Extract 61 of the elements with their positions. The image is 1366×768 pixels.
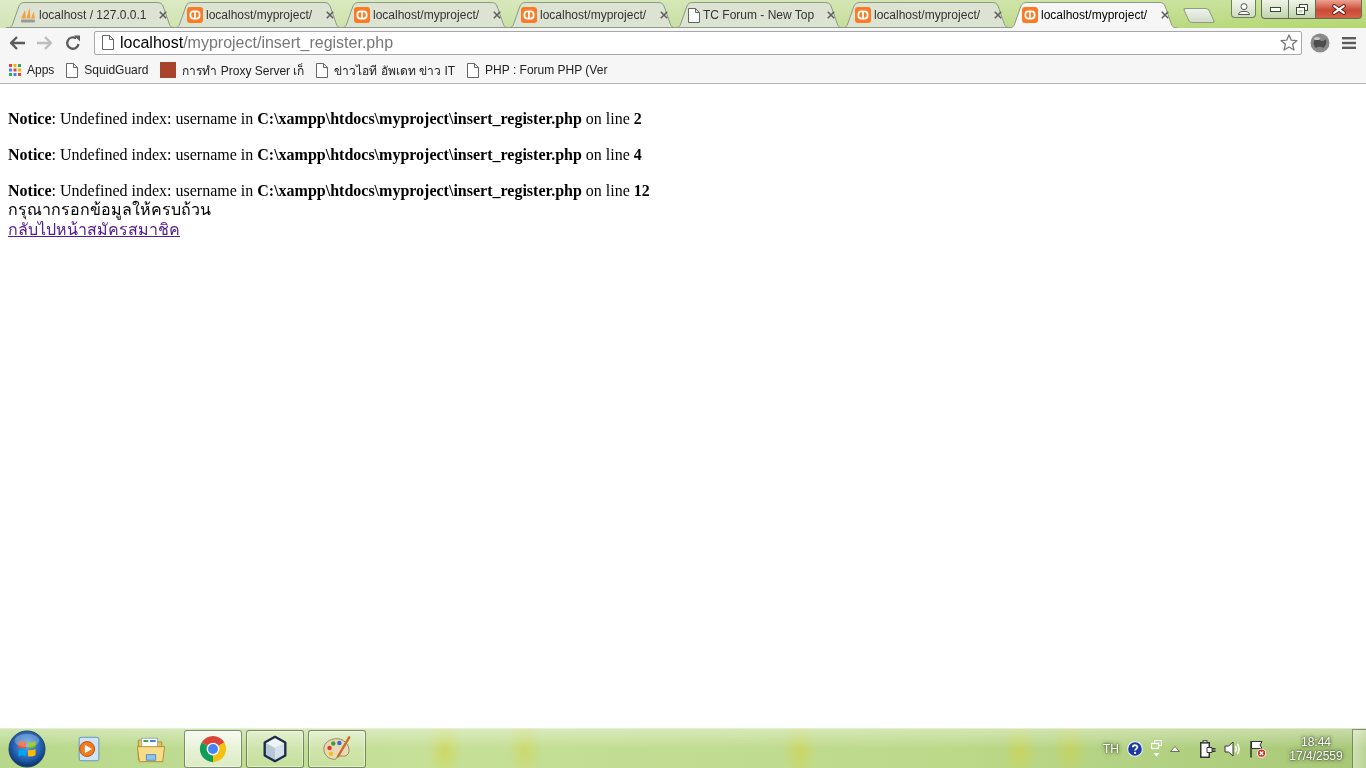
restore-button[interactable] — [1288, 0, 1315, 19]
close-icon[interactable] — [994, 11, 1002, 19]
notice-text: Notice: Undefined index: username in C:\xampp\htdocs\myproject\insert_register.php on line 4 — [8, 146, 643, 164]
browser-icon[interactable] — [198, 733, 228, 764]
person-icon[interactable] — [1237, 2, 1250, 15]
browser-tab[interactable]: localhost/myproject/ — [340, 2, 510, 28]
logo-tile-icon — [354, 7, 370, 23]
logo-tile-icon — [187, 7, 203, 23]
page-icon — [467, 62, 480, 78]
globe-icon[interactable] — [1310, 32, 1330, 53]
page-icon — [316, 62, 329, 78]
browser-tab[interactable]: TC Forum - New Top — [674, 2, 844, 28]
clock-date: 17/4/2559 — [1289, 748, 1343, 763]
flag-icon[interactable] — [1249, 739, 1266, 758]
back-link[interactable]: กลับไปหน้าสมัครสมาชิค — [8, 221, 180, 238]
browser-tab[interactable]: localhost/myproject/ — [173, 2, 343, 28]
address-field[interactable]: localhost/myproject/insert_register.php — [94, 30, 1302, 55]
browser-tab[interactable]: localhost / 127.0.0.1 — [6, 2, 176, 28]
close-button[interactable] — [1315, 0, 1362, 19]
profile-button[interactable] — [1231, 0, 1256, 18]
browser-tab[interactable]: localhost/myproject/ — [1008, 2, 1178, 28]
new-tab-button[interactable] — [1182, 8, 1216, 23]
start-orb-icon[interactable] — [8, 729, 46, 768]
bookmark-item[interactable]: SquidGuard — [60, 59, 155, 81]
star-icon[interactable] — [1280, 34, 1298, 51]
show-desktop-button[interactable] — [1352, 728, 1366, 768]
restore-icon[interactable] — [1296, 3, 1308, 15]
bookmark-item[interactable]: PHP : Forum PHP (Ver — [461, 59, 614, 81]
bookmark-item[interactable]: Apps — [3, 59, 61, 81]
help-icon[interactable] — [1127, 740, 1143, 757]
notice-text: Notice: Undefined index: username in C:\xampp\htdocs\myproject\insert_register.php on line 12 — [8, 182, 651, 200]
apps-grid-icon — [9, 64, 21, 76]
clock-time: 18:44 — [1301, 734, 1331, 749]
notice-text: Notice: Undefined index: username in C:\xampp\htdocs\myproject\insert_register.php on line 2 — [8, 110, 643, 128]
browser-tab[interactable]: localhost/myproject/ — [507, 2, 677, 28]
logo-tile-icon — [1022, 7, 1038, 23]
close-icon[interactable] — [159, 11, 167, 19]
close-icon[interactable] — [326, 11, 334, 19]
speaker-icon[interactable] — [1224, 739, 1241, 758]
logo-tile-icon — [521, 7, 537, 23]
close-icon[interactable] — [660, 11, 668, 19]
close-icon[interactable] — [827, 11, 835, 19]
sail-icon — [20, 7, 36, 23]
browser-tab[interactable]: localhost/myproject/ — [841, 2, 1011, 28]
taskbar-button[interactable] — [246, 729, 304, 768]
close-icon[interactable] — [1161, 11, 1169, 19]
menu-icon[interactable] — [1342, 36, 1356, 49]
up-arrow-icon[interactable] — [1170, 745, 1180, 752]
logo-tile-icon — [855, 7, 871, 23]
minimize-button[interactable] — [1261, 0, 1288, 19]
bookmark-item[interactable]: การทำ Proxy Server เก็ — [154, 59, 311, 81]
power-plug-icon[interactable] — [1200, 739, 1216, 758]
bookmark-item[interactable]: ข่าวไอที อัพเดท ข่าว IT — [310, 59, 462, 81]
minimize-icon[interactable] — [1269, 6, 1281, 12]
close-icon[interactable] — [1331, 3, 1346, 15]
photo-placeholder — [160, 62, 177, 78]
message-text: กรุณากรอกข้อมูลให้ครบถ้วน — [8, 201, 211, 218]
page-icon — [688, 7, 700, 23]
close-icon[interactable] — [493, 11, 501, 19]
page-icon — [66, 62, 79, 78]
page-icon — [102, 35, 114, 50]
